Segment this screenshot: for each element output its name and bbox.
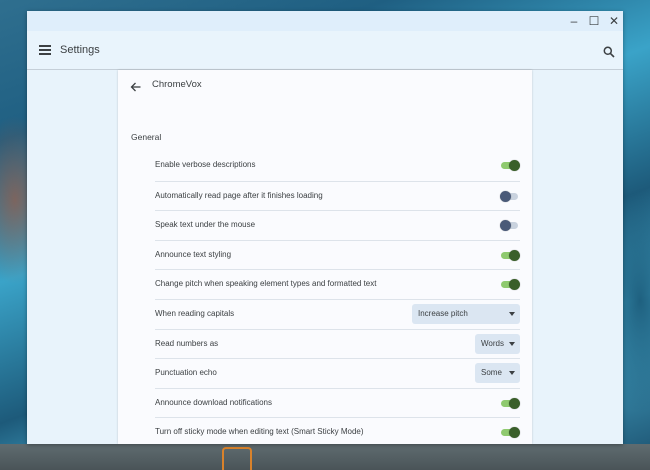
shelf	[0, 444, 650, 470]
setting-label: When reading capitals	[155, 309, 235, 318]
minimize-button[interactable]: –	[567, 14, 581, 28]
setting-dropdown[interactable]: Words	[475, 333, 520, 354]
dropdown-value: Some	[481, 368, 502, 378]
settings-window: – ☐ ✕ Settings ChromeVox General Enable …	[27, 11, 623, 444]
setting-row: Change pitch when speaking element types…	[155, 269, 520, 298]
shelf-app-icon[interactable]	[222, 447, 252, 470]
toggle-knob	[509, 249, 520, 261]
setting-row: Automatically read page after it finishe…	[155, 180, 520, 210]
subpage-header: ChromeVox	[118, 70, 532, 102]
setting-label: Read numbers as	[155, 338, 219, 348]
dropdown-value: Words	[481, 338, 504, 348]
search-icon[interactable]	[603, 45, 615, 58]
toggle-knob	[509, 279, 520, 291]
back-arrow-icon[interactable]	[130, 80, 142, 92]
app-bar: Settings	[27, 31, 623, 70]
setting-row: Read numbers as Words	[155, 328, 520, 358]
setting-toggle[interactable]	[500, 397, 520, 409]
setting-toggle[interactable]	[500, 160, 520, 171]
setting-row: Turn off sticky mode when editing text (…	[155, 417, 520, 444]
close-button[interactable]: ✕	[607, 14, 621, 28]
maximize-button[interactable]: ☐	[587, 14, 601, 28]
toggle-knob	[500, 190, 511, 202]
setting-row: When reading capitals Increase pitch	[155, 299, 520, 328]
section-title-general: General	[131, 132, 162, 142]
dropdown-caret-icon	[509, 371, 515, 376]
setting-row: Speak text under the mouse	[155, 210, 520, 239]
dropdown-caret-icon	[509, 341, 515, 346]
chromevox-settings-card: ChromeVox General Enable verbose descrip…	[118, 70, 532, 444]
hamburger-menu-icon[interactable]	[39, 45, 51, 55]
dropdown-caret-icon	[509, 312, 515, 316]
setting-toggle[interactable]	[500, 190, 520, 202]
subpage-title: ChromeVox	[152, 79, 202, 90]
setting-label: Turn off sticky mode when editing text (…	[155, 427, 364, 437]
toggle-knob	[509, 160, 520, 171]
setting-label: Punctuation echo	[155, 368, 217, 378]
setting-label: Speak text under the mouse	[155, 220, 256, 230]
window-titlebar: – ☐ ✕	[27, 11, 623, 31]
setting-label: Automatically read page after it finishe…	[155, 190, 323, 200]
setting-row: Enable verbose descriptions	[155, 151, 520, 180]
setting-dropdown[interactable]: Increase pitch	[412, 304, 520, 324]
setting-toggle[interactable]	[500, 427, 520, 439]
setting-toggle[interactable]	[500, 220, 520, 232]
toggle-knob	[509, 397, 520, 409]
setting-label: Change pitch when speaking element types…	[155, 279, 377, 289]
setting-label: Enable verbose descriptions	[155, 160, 256, 169]
setting-row: Announce text styling	[155, 239, 520, 269]
toggle-knob	[509, 427, 520, 439]
settings-main: ChromeVox General Enable verbose descrip…	[27, 70, 623, 444]
app-title: Settings	[60, 44, 100, 56]
setting-dropdown[interactable]: Some	[475, 363, 520, 384]
setting-row: Announce download notifications	[155, 387, 520, 417]
setting-toggle[interactable]	[500, 249, 520, 261]
setting-row: Punctuation echo Some	[155, 358, 520, 387]
dropdown-value: Increase pitch	[418, 309, 468, 318]
toggle-knob	[500, 220, 511, 232]
setting-label: Announce text styling	[155, 249, 232, 259]
setting-toggle[interactable]	[500, 279, 520, 291]
setting-label: Announce download notifications	[155, 397, 272, 407]
